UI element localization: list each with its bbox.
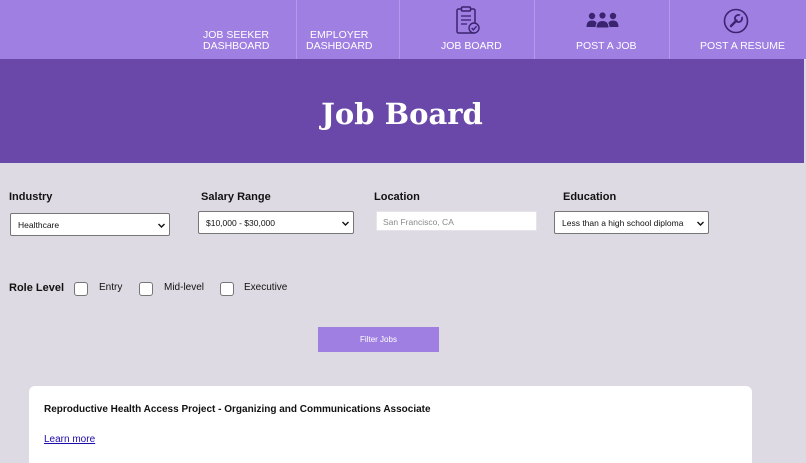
location-input[interactable]: San Francisco, CA <box>376 211 537 231</box>
role-level-label: Role Level <box>9 282 65 294</box>
top-nav: JOB SEEKER DASHBOARD EMPLOYER DASHBOARD … <box>0 0 806 59</box>
nav-label: JOB BOARD <box>441 40 502 52</box>
chevron-down-icon <box>158 223 165 228</box>
chevron-down-icon <box>342 221 349 226</box>
job-card: Reproductive Health Access Project - Org… <box>29 386 752 463</box>
nav-label-line2: DASHBOARD <box>306 40 373 52</box>
clipboard-check-icon <box>456 6 480 34</box>
location-label: Location <box>374 191 420 203</box>
salary-range-label: Salary Range <box>201 191 271 203</box>
industry-value: Healthcare <box>18 220 60 230</box>
nav-job-board[interactable]: JOB BOARD <box>399 0 534 59</box>
nav-label: POST A JOB <box>576 40 637 52</box>
education-value: Less than a high school diploma <box>562 218 684 228</box>
location-placeholder: San Francisco, CA <box>383 217 454 227</box>
learn-more-link[interactable]: Learn more <box>44 434 95 445</box>
executive-checkbox[interactable] <box>220 282 234 296</box>
entry-label: Entry <box>99 282 123 293</box>
education-select[interactable]: Less than a high school diploma <box>554 211 709 234</box>
industry-select[interactable]: Healthcare <box>10 213 170 236</box>
nav-label-line2: DASHBOARD <box>203 40 270 52</box>
industry-label: Industry <box>9 191 53 203</box>
job-title: Reproductive Health Access Project - Org… <box>44 404 431 415</box>
hero-banner: Job Board <box>0 59 804 163</box>
wrench-icon <box>723 8 749 34</box>
executive-label: Executive <box>244 282 288 293</box>
filter-jobs-button[interactable]: Filter Jobs <box>318 327 439 352</box>
page-title: Job Board <box>321 97 483 131</box>
nav-label: POST A RESUME <box>700 40 785 52</box>
nav-job-seeker-dashboard[interactable]: JOB SEEKER DASHBOARD <box>195 0 296 59</box>
chevron-down-icon <box>697 221 704 226</box>
salary-range-value: $10,000 - $30,000 <box>206 218 276 228</box>
mid-level-checkbox[interactable] <box>139 282 153 296</box>
mid-level-label: Mid-level <box>164 282 205 293</box>
education-label: Education <box>563 191 617 203</box>
entry-checkbox[interactable] <box>74 282 88 296</box>
nav-employer-dashboard[interactable]: EMPLOYER DASHBOARD <box>296 0 399 59</box>
nav-post-a-resume[interactable]: POST A RESUME <box>669 0 806 59</box>
people-group-icon <box>586 11 619 29</box>
salary-range-select[interactable]: $10,000 - $30,000 <box>198 211 354 234</box>
nav-post-a-job[interactable]: POST A JOB <box>534 0 669 59</box>
